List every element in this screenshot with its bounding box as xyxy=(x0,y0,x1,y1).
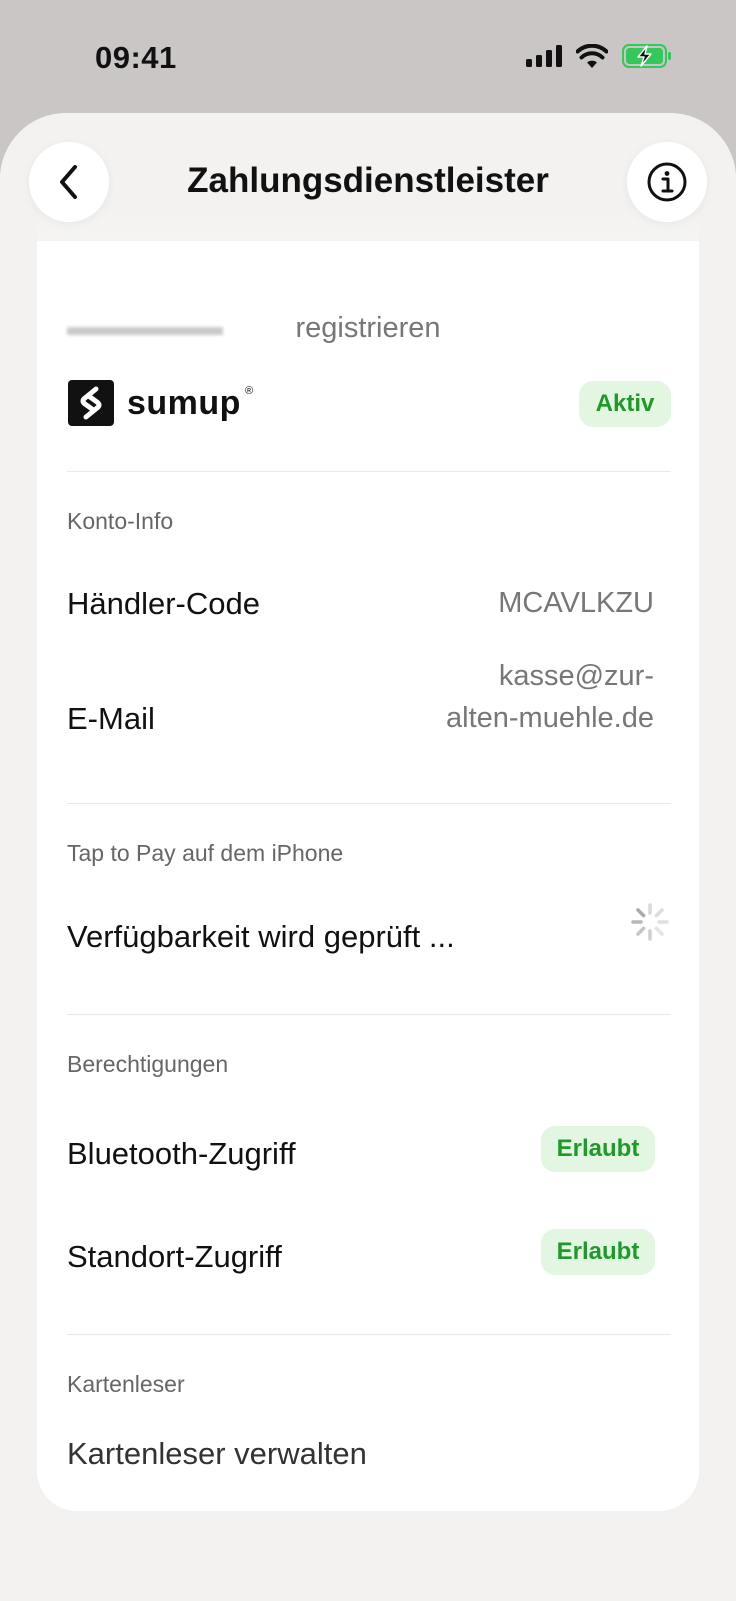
section-label-permissions: Berechtigungen xyxy=(67,1051,229,1077)
sumup-mark-icon xyxy=(68,380,114,426)
status-bar: 09:41 xyxy=(0,0,736,115)
sheet: ▬▬▬▬▬▬ registrieren Zahlungsdienstleiste… xyxy=(0,113,736,1601)
permission-location-badge: Erlaubt xyxy=(541,1229,655,1275)
nav-header: Zahlungsdienstleister xyxy=(0,113,736,241)
battery-charging-icon xyxy=(622,44,671,68)
divider xyxy=(67,1014,671,1015)
divider xyxy=(67,803,671,804)
divider xyxy=(67,1334,671,1335)
info-icon xyxy=(647,162,687,202)
section-label-tap-to-pay: Tap to Pay auf dem iPhone xyxy=(67,840,344,866)
previous-card-text[interactable]: registrieren xyxy=(37,312,699,345)
email-value-line2: alten-muehle.de xyxy=(446,702,654,734)
status-badge-active: Aktiv xyxy=(579,381,671,427)
permission-location-label: Standort-Zugriff xyxy=(67,1239,282,1274)
registered-mark: ® xyxy=(244,385,254,397)
page-title: Zahlungsdienstleister xyxy=(187,161,549,200)
divider xyxy=(67,471,671,472)
tap-to-pay-status: Verfügbarkeit wird geprüft ... xyxy=(67,919,455,954)
merchant-code-value: MCAVLKZU xyxy=(498,587,654,619)
section-label-card-reader: Kartenleser xyxy=(67,1371,185,1397)
status-time: 09:41 xyxy=(95,40,177,75)
cellular-signal-icon xyxy=(526,45,562,67)
loading-spinner-icon xyxy=(631,903,669,941)
info-button[interactable] xyxy=(627,142,707,222)
email-value: kasse@zur- alten-muehle.de xyxy=(446,655,654,739)
provider-card: sumup ® Aktiv Konto-Info Händler-Code MC… xyxy=(37,349,699,1511)
permission-bluetooth-label: Bluetooth-Zugriff xyxy=(67,1136,296,1171)
permission-bluetooth-badge: Erlaubt xyxy=(541,1126,655,1172)
merchant-code-label: Händler-Code xyxy=(67,586,260,621)
screen: 09:41 ▬▬▬▬▬▬ registrieren Zahlungsdienst… xyxy=(0,0,736,1601)
manage-card-reader-link[interactable]: Kartenleser verwalten xyxy=(67,1436,367,1472)
sumup-wordmark: sumup xyxy=(127,383,241,422)
email-value-line1: kasse@zur- xyxy=(498,660,654,692)
email-label: E-Mail xyxy=(67,701,155,736)
wifi-icon xyxy=(576,44,608,68)
sumup-logo: sumup ® xyxy=(68,380,262,426)
status-icons xyxy=(526,44,672,68)
section-label-account-info: Konto-Info xyxy=(67,508,174,534)
